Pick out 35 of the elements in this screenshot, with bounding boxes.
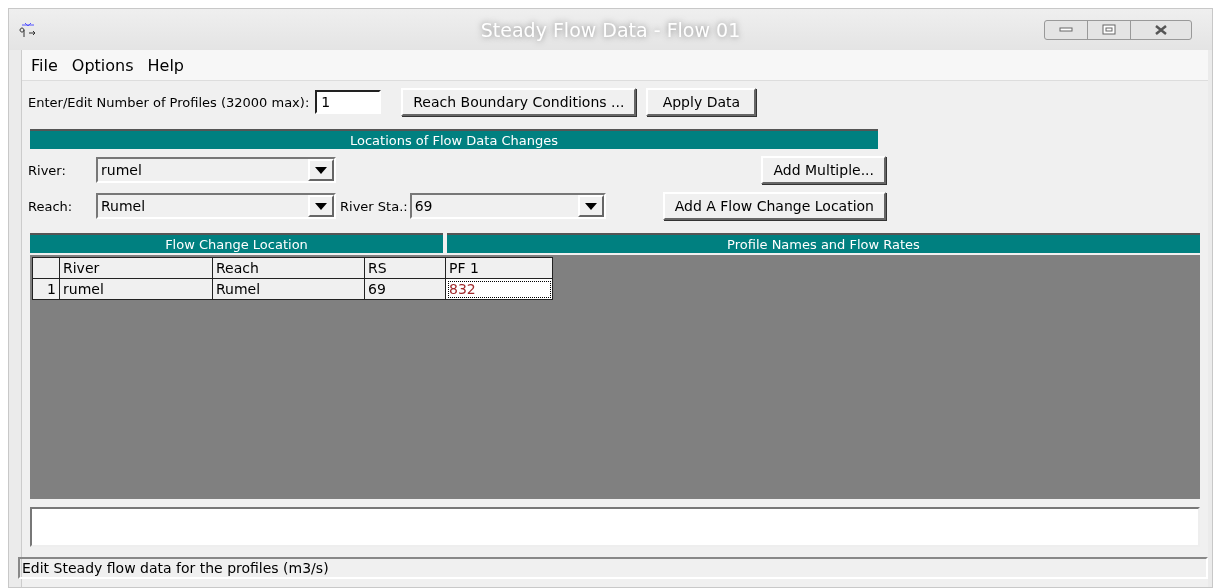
status-bar: Edit Steady flow data for the profiles (m3/s): [18, 557, 1208, 579]
table-cell: 69: [364, 278, 446, 300]
column-header: RS: [364, 257, 446, 279]
dropdown-arrow-icon: [315, 166, 327, 174]
minimize-icon: [1059, 26, 1073, 33]
river-label: River:: [28, 162, 67, 178]
dropdown-arrow-icon: [315, 202, 327, 210]
add-multiple-button[interactable]: Add Multiple...: [761, 156, 886, 184]
add-flow-change-location-button[interactable]: Add A Flow Change Location: [662, 192, 886, 220]
reach-label: Reach:: [28, 198, 74, 214]
dropdown-arrow-icon: [584, 202, 597, 210]
menu-item[interactable]: Options: [66, 53, 139, 77]
table-cell: Rumel: [212, 278, 365, 300]
column-header: Reach: [212, 257, 365, 279]
section-header: Locations of Flow Data Changes: [30, 129, 878, 149]
profiles-label: Enter/Edit Number of Profiles (32000 max):: [28, 94, 310, 110]
river-station-label: River Sta.:: [340, 198, 408, 214]
column-header: PF 1: [445, 257, 553, 279]
app-icon: [19, 21, 37, 38]
reach-dropdown[interactable]: Rumel: [96, 193, 336, 219]
corner-cell: [32, 257, 60, 279]
river-station-dropdown[interactable]: 69: [409, 193, 606, 219]
column-header: River: [59, 257, 213, 279]
menu-item[interactable]: File: [26, 53, 63, 77]
menu-item[interactable]: Help: [142, 53, 189, 77]
river-dropdown[interactable]: rumel: [96, 157, 336, 183]
close-icon: [1155, 24, 1167, 35]
reach-boundary-conditions-button[interactable]: Reach Boundary Conditions ...: [401, 88, 637, 116]
profiles-input[interactable]: 1: [315, 90, 382, 114]
apply-data-button[interactable]: Apply Data: [646, 88, 757, 116]
table-cell: rumel: [59, 278, 213, 300]
maximize-icon: [1102, 24, 1116, 35]
table-group-header: Profile Names and Flow Rates: [447, 233, 1200, 253]
row-number: 1: [32, 278, 60, 300]
table-group-header: Flow Change Location: [30, 233, 443, 253]
